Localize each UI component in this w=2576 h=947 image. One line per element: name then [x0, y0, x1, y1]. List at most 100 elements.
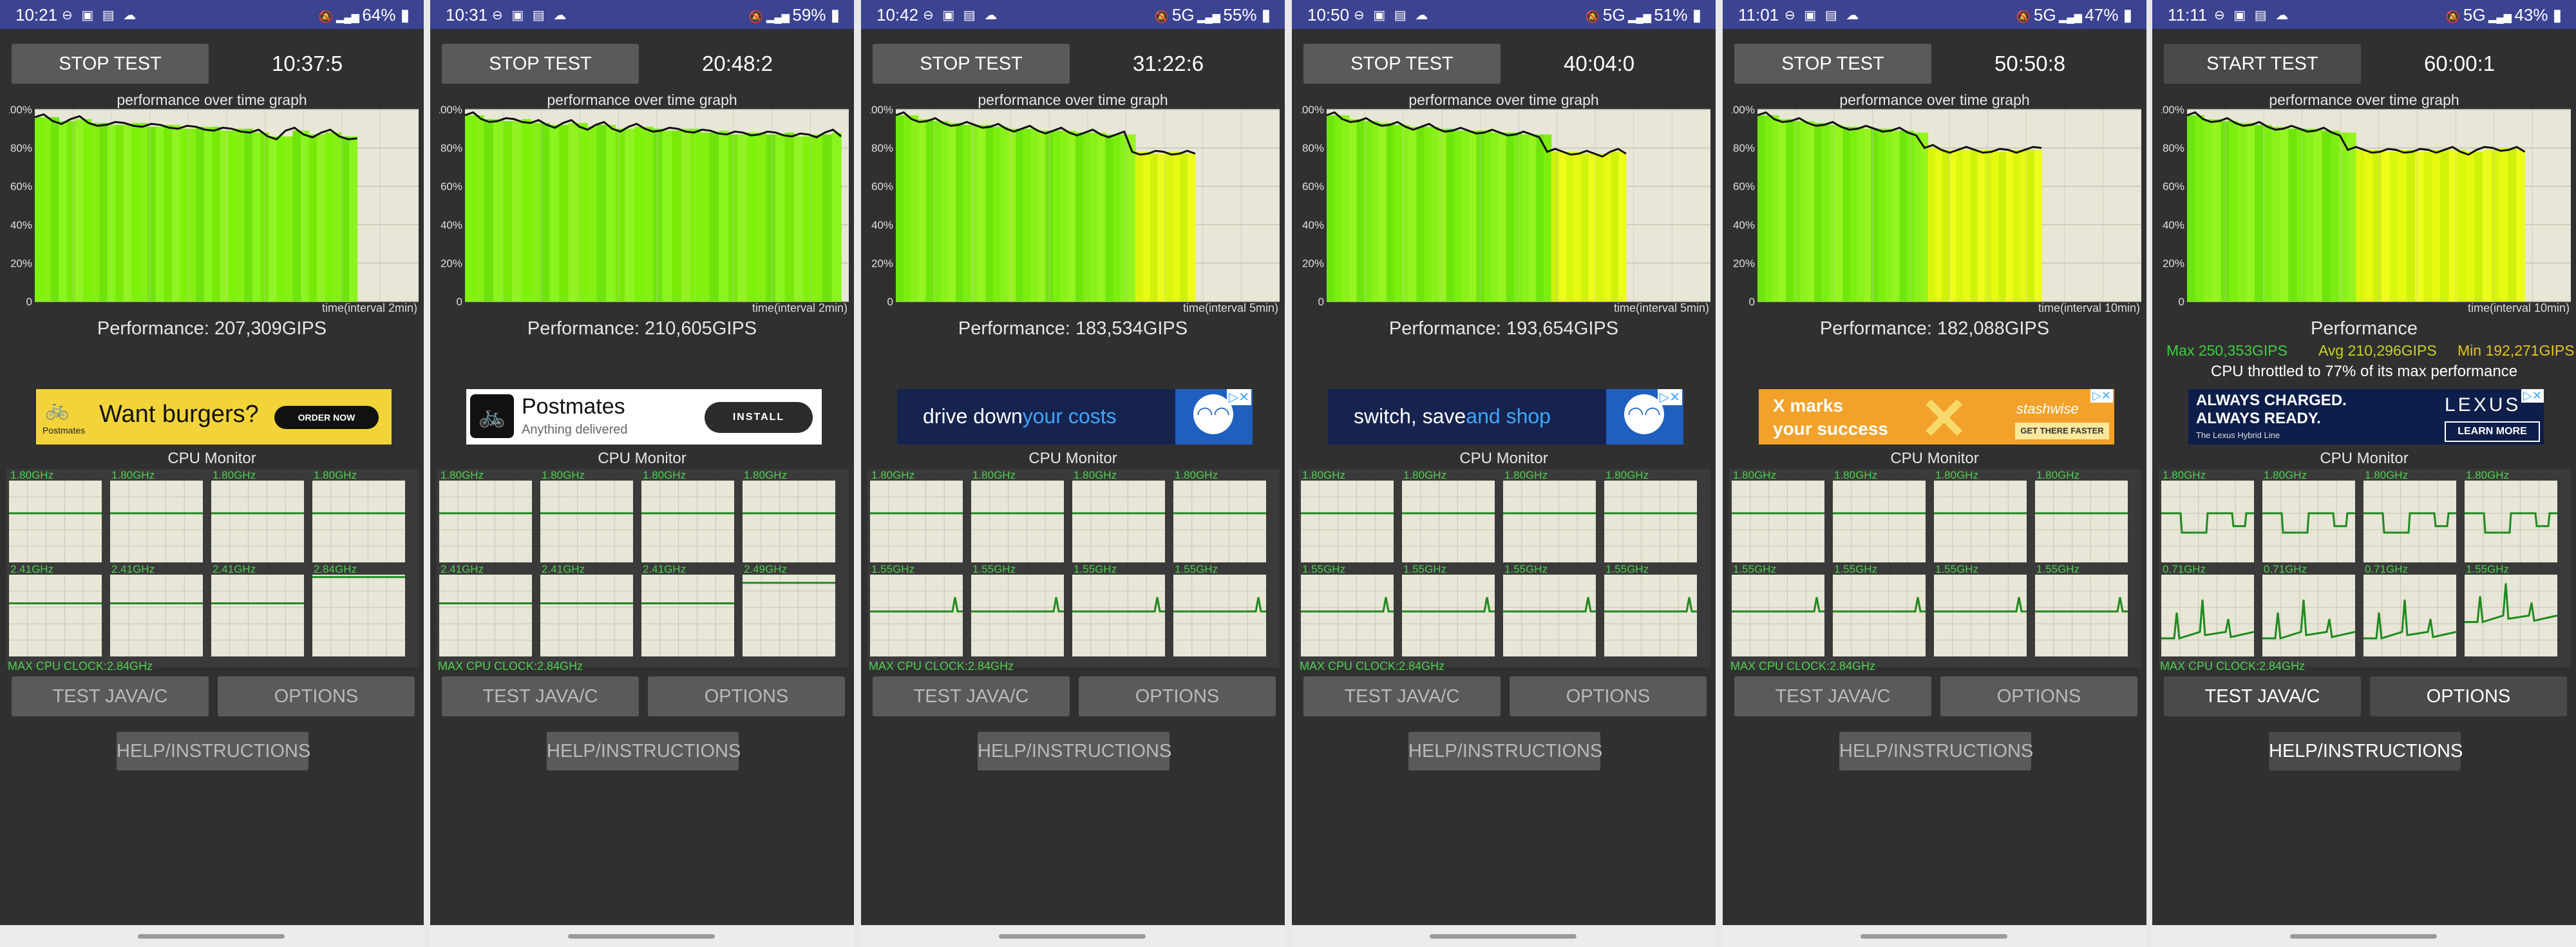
ad-banner[interactable]: 🚲 Postmates Want burgers? ORDER NOW	[36, 389, 392, 445]
performance-fill-bar	[559, 124, 569, 301]
ad-close-icon[interactable]: ▷✕	[1657, 389, 1682, 405]
ad-headline: drive down your costs	[923, 405, 1117, 428]
cpu-monitor: 1.80GHz 1.80GHz 1.80GHz 1.80GHz 1.55GHz 1.55G…	[1729, 469, 2141, 667]
home-indicator[interactable]	[1861, 934, 2007, 939]
core-frequency: 1.80GHz	[1403, 469, 1447, 481]
performance-fill-bar	[813, 134, 823, 302]
cpu-core-graph	[1301, 575, 1394, 656]
cpu-core-graph	[870, 575, 963, 656]
help-instructions-button[interactable]: HELP/INSTRUCTIONS	[1839, 732, 2033, 770]
y-tick-label: 0	[457, 296, 462, 308]
core-graph-bg	[1301, 481, 1394, 562]
performance-fill-bar	[896, 115, 904, 301]
y-tick-label: 20%	[2163, 257, 2184, 269]
help-instructions-button[interactable]: HELP/INSTRUCTIONS	[1408, 732, 1602, 770]
stop-test-button[interactable]: STOP TEST	[873, 44, 1070, 84]
core-graph-bg	[1402, 481, 1495, 562]
performance-fill-bar	[2034, 149, 2042, 301]
ad-banner[interactable]: switch, save and shop ◠◠ ▷✕	[1328, 389, 1683, 445]
help-instructions-button[interactable]: HELP/INSTRUCTIONS	[117, 732, 310, 770]
home-indicator[interactable]	[999, 934, 1146, 939]
gesture-nav-bar	[1292, 925, 1716, 947]
ad-brand: stashwise	[2016, 401, 2079, 417]
status-time: 10:31	[446, 5, 488, 24]
core-frequency: 1.80GHz	[2365, 469, 2409, 481]
performance-fill-bar	[1927, 148, 1936, 301]
performance-fill-bar	[2212, 119, 2222, 301]
cpu-core-graph	[1604, 575, 1697, 656]
performance-fill-bar	[1618, 151, 1627, 301]
stop-test-button[interactable]: STOP TEST	[1303, 44, 1501, 84]
core-graph-bg	[1072, 575, 1165, 656]
start-test-button[interactable]: START TEST	[2164, 44, 2361, 84]
options-button[interactable]: OPTIONS	[648, 676, 845, 716]
stop-test-button[interactable]: STOP TEST	[1734, 44, 1931, 84]
performance-fill-bar	[1906, 130, 1915, 301]
stop-test-button[interactable]: STOP TEST	[12, 44, 209, 84]
help-instructions-button[interactable]: HELP/INSTRUCTIONS	[978, 732, 1171, 770]
options-button[interactable]: OPTIONS	[1510, 676, 1707, 716]
core-frequency: 1.55GHz	[1935, 563, 1979, 575]
performance-fill-bar	[596, 124, 607, 301]
test-java-c-button[interactable]: TEST JAVA/C	[1303, 676, 1501, 716]
ad-close-icon[interactable]: ▷✕	[2521, 389, 2544, 403]
core-frequency: 1.80GHz	[1935, 469, 1979, 481]
gesture-nav-bar	[430, 925, 854, 947]
gesture-nav-bar	[1723, 925, 2146, 947]
performance-fill-bar	[123, 124, 132, 301]
cpu-monitor: 1.80GHz 1.80GHz 1.80GHz 1.80GHz 2.41GHz 2.41G…	[437, 469, 849, 667]
ad-banner[interactable]: 🚲 Postmates Anything delivered INSTALL	[466, 389, 822, 445]
ad-headline-accent: your costs	[1022, 405, 1117, 428]
performance-fill-bar	[1920, 132, 1929, 301]
performance-fill-bar	[204, 126, 213, 301]
performance-graph: 100% 80% 60% 40% 20% 0	[1301, 104, 1710, 308]
ad-cta-button[interactable]: ORDER NOW	[274, 406, 379, 429]
performance-fill-bar	[2237, 122, 2247, 302]
options-button[interactable]: OPTIONS	[2370, 676, 2567, 716]
cpu-core-graph	[1072, 481, 1165, 562]
ad-cta-button[interactable]: LEARN MORE	[2445, 421, 2540, 442]
time-interval-label: time(interval 2min)	[752, 301, 848, 314]
y-tick-label: 60%	[10, 180, 32, 193]
performance-fill-bar	[1513, 132, 1522, 301]
core-graph-bg	[2161, 575, 2254, 656]
ad-close-icon[interactable]: ▷✕	[2090, 389, 2113, 403]
test-java-c-button[interactable]: TEST JAVA/C	[1734, 676, 1931, 716]
performance-fill-bar	[2356, 149, 2365, 301]
ad-close-icon[interactable]: ▷✕	[1226, 389, 1251, 405]
help-instructions-button[interactable]: HELP/INSTRUCTIONS	[547, 732, 741, 770]
options-button[interactable]: OPTIONS	[218, 676, 415, 716]
test-java-c-button[interactable]: TEST JAVA/C	[2164, 676, 2361, 716]
performance-value: Performance: 182,088GIPS	[1819, 318, 2050, 339]
home-indicator[interactable]	[1430, 934, 1577, 939]
y-tick-label: 40%	[1733, 219, 1755, 231]
performance-fill-bar	[2499, 148, 2508, 301]
performance-fill-bar	[728, 134, 739, 302]
cpu-core-graph	[1833, 481, 1926, 562]
core-graph-bg	[312, 481, 405, 562]
options-button[interactable]: OPTIONS	[1940, 676, 2137, 716]
ad-cta-button[interactable]: GET THERE FASTER	[2015, 423, 2109, 439]
ad-banner[interactable]: ALWAYS CHARGED. ALWAYS READY. The Lexus Hy…	[2188, 389, 2544, 445]
core-graph-bg	[211, 575, 304, 656]
home-indicator[interactable]	[138, 934, 285, 939]
performance-fill-bar	[1334, 115, 1342, 301]
battery-icon: ▮	[2548, 5, 2562, 24]
ad-banner[interactable]: drive down your costs ◠◠ ▷✕	[897, 389, 1253, 445]
performance-fill-bar	[1128, 134, 1136, 302]
core-frequency: 1.55GHz	[2036, 563, 2080, 575]
test-java-c-button[interactable]: TEST JAVA/C	[873, 676, 1070, 716]
cpu-core-graph	[2465, 481, 2557, 562]
ad-banner[interactable]: X marks your success ✕ stashwise GET THERE F…	[1759, 389, 2114, 445]
battery-icon: ▮	[395, 5, 410, 24]
test-java-c-button[interactable]: TEST JAVA/C	[12, 676, 209, 716]
home-indicator[interactable]	[2290, 934, 2437, 939]
performance-fill-bar	[268, 136, 278, 301]
options-button[interactable]: OPTIONS	[1079, 676, 1276, 716]
test-java-c-button[interactable]: TEST JAVA/C	[442, 676, 639, 716]
home-indicator[interactable]	[568, 934, 715, 939]
help-instructions-button[interactable]: HELP/INSTRUCTIONS	[2269, 732, 2463, 770]
ad-install-button[interactable]: INSTALL	[705, 402, 813, 433]
performance-fill-bar	[317, 134, 326, 302]
stop-test-button[interactable]: STOP TEST	[442, 44, 639, 84]
